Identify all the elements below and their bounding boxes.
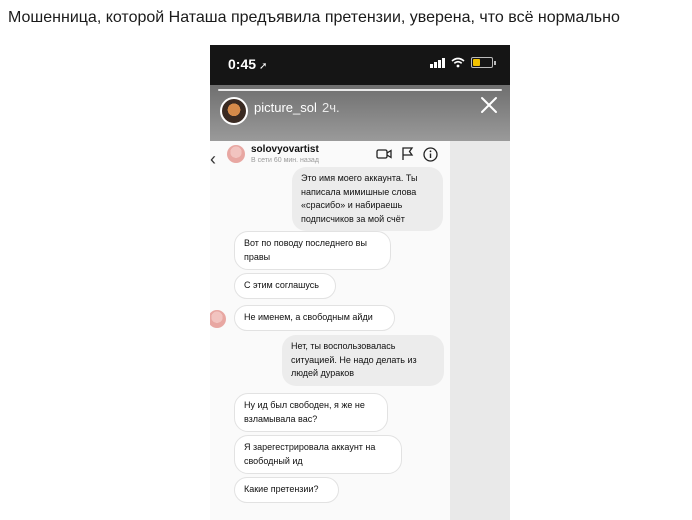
wifi-icon (451, 57, 465, 68)
message-bubble: Не именем, а свободным айди (234, 305, 395, 331)
story-header: picture_sol 2ч. (210, 85, 510, 141)
close-icon[interactable] (478, 94, 500, 116)
story-username[interactable]: picture_sol (254, 100, 317, 115)
message-bubble: Какие претензии? (234, 477, 339, 503)
message-bubble: С этим соглашусь (234, 273, 336, 299)
status-time: 0:45 (228, 56, 257, 72)
dm-online-status: В сети 60 мин. назад (251, 157, 319, 164)
article-caption: Мошенница, которой Наташа предъявила пре… (8, 9, 620, 26)
message-bubble: Ну ид был свободен, я же не взламывала в… (234, 393, 388, 432)
dm-username[interactable]: solovyovartist (251, 144, 319, 155)
flag-icon[interactable] (401, 147, 414, 161)
location-arrow-icon: ➚ (259, 61, 268, 72)
back-icon[interactable]: ‹ (210, 149, 216, 170)
status-bar: 0:45 ➚ (210, 45, 510, 85)
dm-avatar[interactable] (227, 145, 245, 163)
battery-icon (471, 57, 493, 68)
side-panel (450, 141, 510, 520)
signal-icon (430, 57, 445, 68)
story-progress-bar (218, 89, 502, 91)
story-avatar[interactable] (220, 97, 248, 125)
chat-thread: Это имя моего аккаунта. Ты написала мими… (210, 167, 450, 520)
message-bubble: Я зарегестрировала аккаунт на свободный … (234, 435, 402, 474)
story-time: 2ч. (322, 100, 340, 115)
phone-screenshot: 0:45 ➚ picture_sol 2ч. ‹ solovyovartist В (210, 45, 510, 520)
info-icon[interactable] (423, 147, 438, 162)
message-bubble: Нет, ты воспользовалась ситуацией. Не на… (282, 335, 444, 386)
message-bubble: Вот по поводу последнего вы правы (234, 231, 391, 270)
video-call-icon[interactable] (376, 147, 392, 161)
sender-avatar (210, 310, 226, 328)
message-bubble: Это имя моего аккаунта. Ты написала мими… (292, 167, 443, 231)
